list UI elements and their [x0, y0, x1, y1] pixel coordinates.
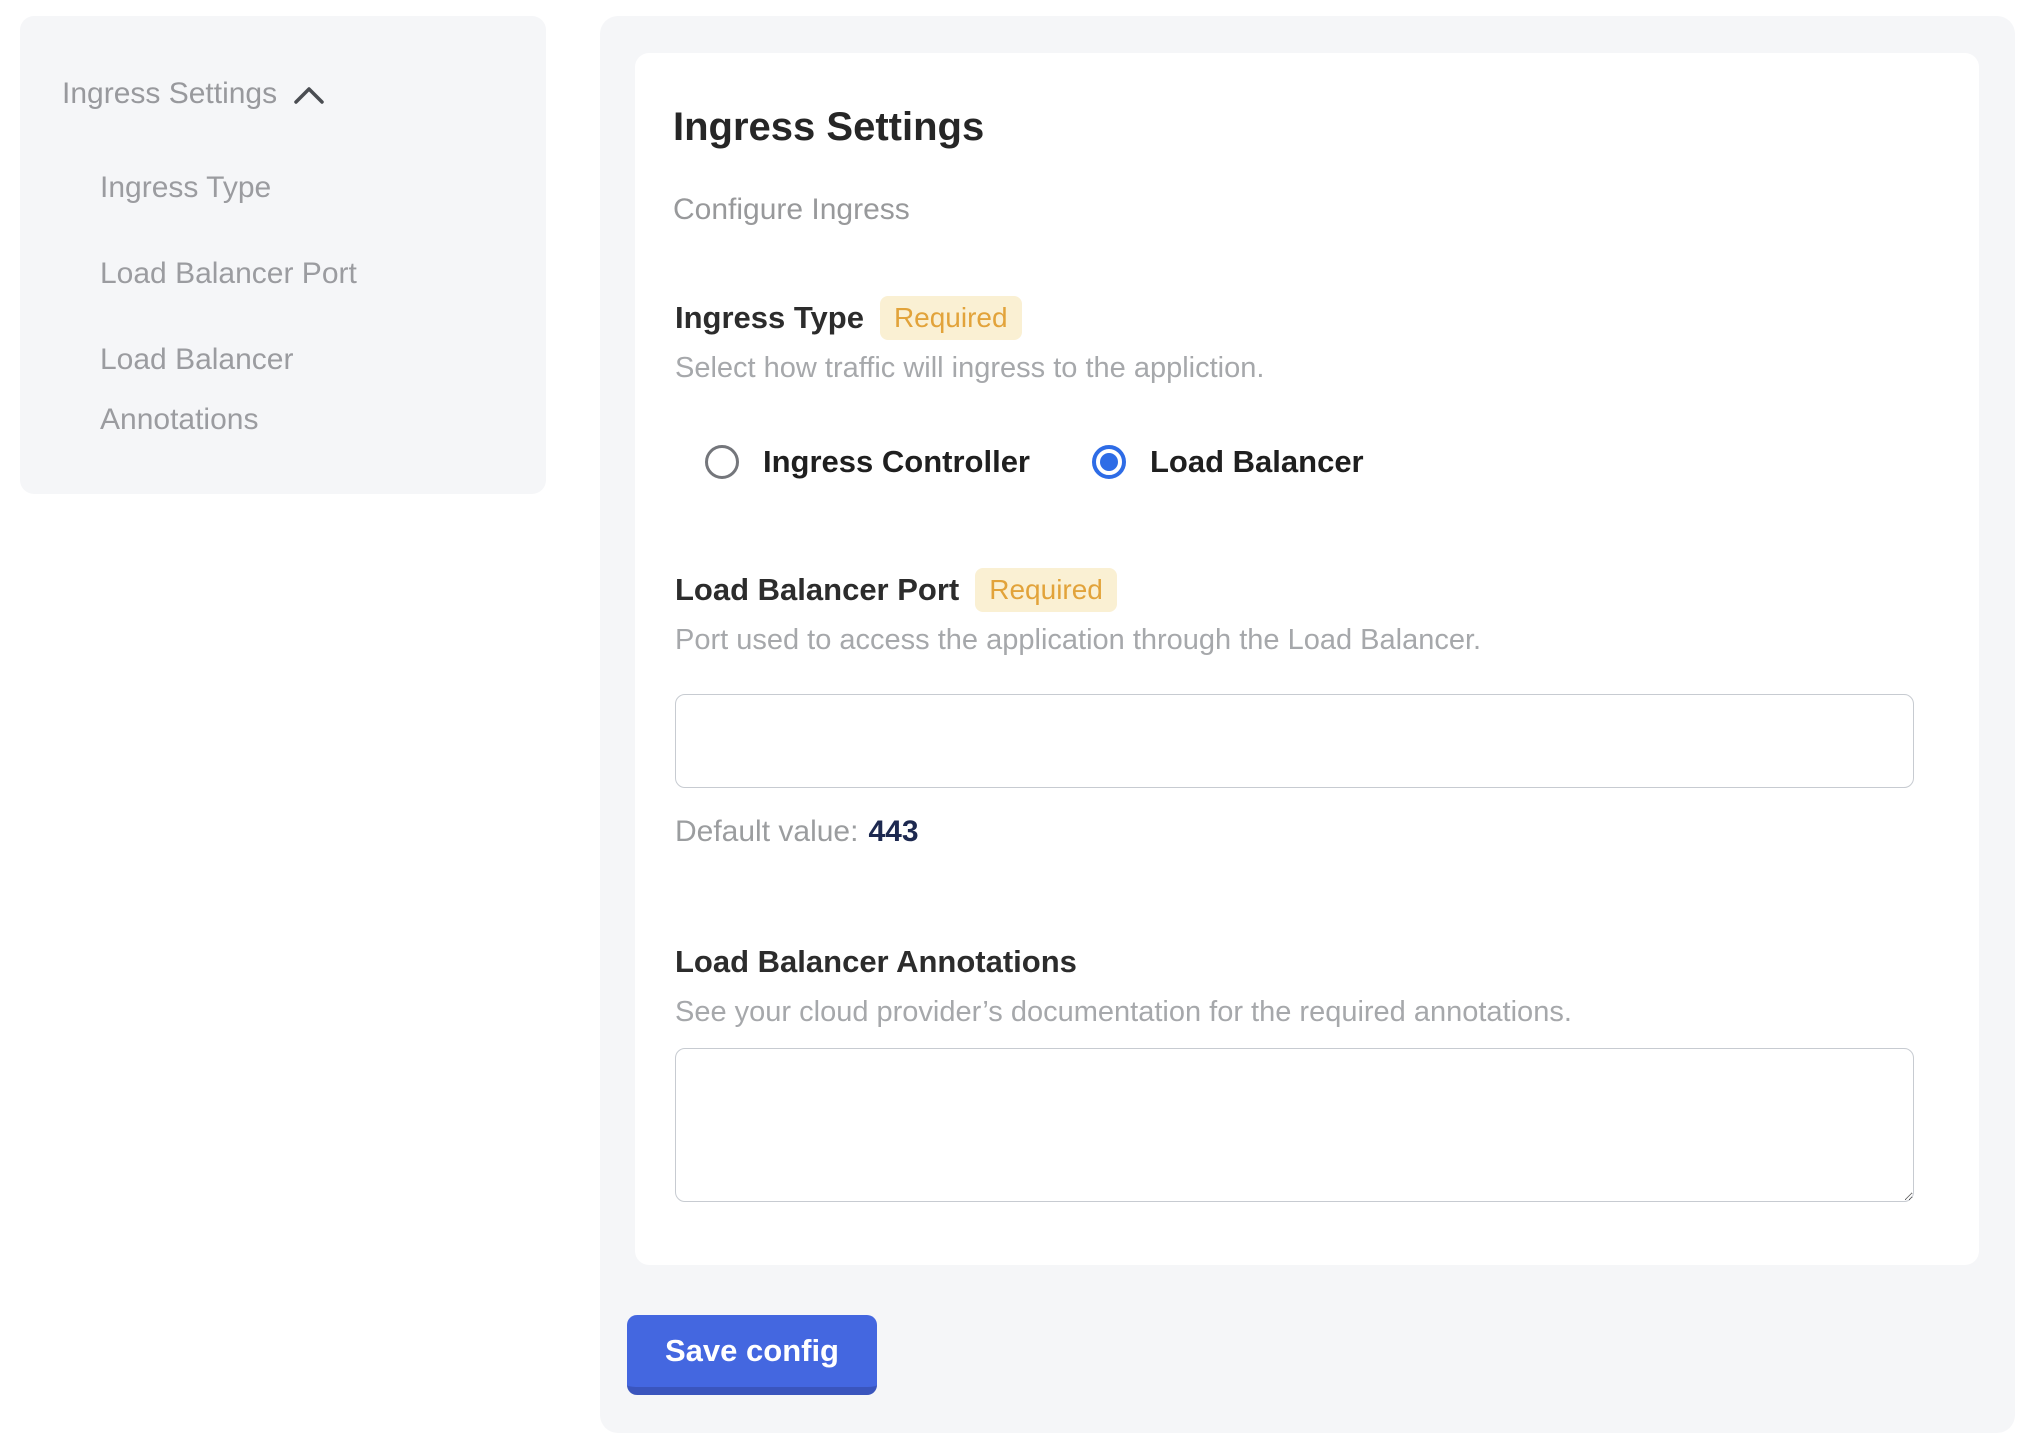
settings-nav-sidebar: Ingress Settings Ingress Type Load Balan… — [20, 16, 546, 494]
radio-unselected-icon[interactable] — [705, 445, 739, 479]
field-title-row: Ingress Type Required — [675, 296, 1914, 340]
sidebar-group-label: Ingress Settings — [62, 72, 277, 116]
field-description: See your cloud provider’s documentation … — [675, 994, 1914, 1030]
radio-label: Ingress Controller — [763, 444, 1030, 480]
field-load-balancer-annotations: Load Balancer Annotations See your cloud… — [675, 940, 1914, 1202]
radio-label: Load Balancer — [1150, 444, 1364, 480]
settings-panel: Ingress Settings Configure Ingress Ingre… — [600, 16, 2015, 1433]
sidebar-item-load-balancer-annotations[interactable]: Load Balancer Annotations — [100, 330, 430, 450]
field-title-ingress-type: Ingress Type — [675, 300, 864, 336]
field-title-row: Load Balancer Port Required — [675, 568, 1914, 612]
radio-option-load-balancer[interactable]: Load Balancer — [1092, 444, 1364, 480]
sidebar-item-list: Ingress Type Load Balancer Port Load Bal… — [100, 158, 430, 450]
required-badge: Required — [975, 568, 1117, 612]
load-balancer-annotations-textarea[interactable] — [675, 1048, 1914, 1202]
sidebar-group-ingress-settings[interactable]: Ingress Settings — [62, 70, 516, 118]
default-value: 443 — [868, 815, 918, 848]
page: Ingress Settings Ingress Type Load Balan… — [0, 0, 2036, 1452]
ingress-settings-card: Ingress Settings Configure Ingress Ingre… — [635, 53, 1979, 1265]
field-title-load-balancer-annotations: Load Balancer Annotations — [675, 944, 1077, 980]
field-load-balancer-port: Load Balancer Port Required Port used to… — [675, 568, 1914, 850]
radio-option-ingress-controller[interactable]: Ingress Controller — [705, 444, 1030, 480]
default-value-line: Default value: 443 — [675, 814, 1914, 850]
ingress-type-radio-group: Ingress Controller Load Balancer — [705, 442, 1914, 482]
field-description: Select how traffic will ingress to the a… — [675, 350, 1914, 386]
field-title-load-balancer-port: Load Balancer Port — [675, 572, 959, 608]
field-title-row: Load Balancer Annotations — [675, 940, 1914, 984]
page-title: Ingress Settings — [673, 103, 1914, 151]
field-ingress-type: Ingress Type Required Select how traffic… — [675, 296, 1914, 482]
field-description: Port used to access the application thro… — [675, 622, 1914, 658]
required-badge: Required — [880, 296, 1022, 340]
sidebar-item-load-balancer-port[interactable]: Load Balancer Port — [100, 244, 430, 304]
save-config-button[interactable]: Save config — [627, 1315, 877, 1395]
sidebar-item-ingress-type[interactable]: Ingress Type — [100, 158, 430, 218]
page-subtitle: Configure Ingress — [673, 192, 1914, 228]
radio-selected-icon[interactable] — [1092, 445, 1126, 479]
chevron-up-icon — [293, 74, 325, 118]
default-value-label: Default value: — [675, 815, 858, 848]
load-balancer-port-input[interactable] — [675, 694, 1914, 788]
